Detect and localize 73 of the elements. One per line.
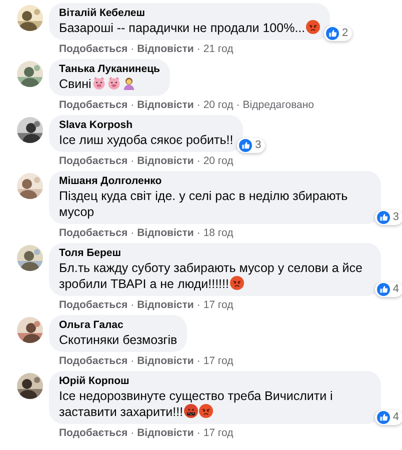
meta-text: 20 год <box>203 99 234 112</box>
action-link[interactable]: Відповісти <box>137 427 194 440</box>
pig-face-icon <box>107 76 122 90</box>
angry-face-icon <box>199 404 214 418</box>
reaction-badge[interactable]: 3 <box>374 210 402 225</box>
dot-separator: · <box>130 155 134 168</box>
action-link[interactable]: Подобається <box>59 155 128 168</box>
action-link[interactable]: Відповісти <box>137 299 194 312</box>
meta-text: 17 год <box>203 355 234 368</box>
dot-separator: · <box>130 227 134 240</box>
comment-text: Ісе лиш худоба сякоє робить!! <box>59 132 234 148</box>
like-icon <box>326 27 339 40</box>
cursing-face-icon <box>184 404 198 418</box>
action-link[interactable]: Відповісти <box>137 99 194 112</box>
meta-text: 17 год <box>203 299 234 312</box>
reaction-count: 4 <box>392 283 399 296</box>
reaction-badge[interactable]: 4 <box>374 282 402 297</box>
dot-separator: · <box>196 427 200 440</box>
action-link[interactable]: Подобається <box>59 99 128 112</box>
action-link[interactable]: Подобається <box>59 299 128 312</box>
author-name[interactable]: Юрій Корпош <box>59 375 371 388</box>
meta-text: 18 год <box>203 227 234 240</box>
reaction-badge[interactable]: 2 <box>324 26 352 41</box>
comment-text: Піздец куда світ іде. у селі рас в неділю збирають мусор <box>59 188 349 220</box>
author-name[interactable]: Віталій Кебелеш <box>59 7 320 20</box>
author-name[interactable]: Slava Korposh <box>59 119 234 132</box>
dot-separator: · <box>196 355 200 368</box>
dot-separator: · <box>130 355 134 368</box>
angry-face-icon <box>306 20 320 34</box>
action-link[interactable]: Відповісти <box>137 155 194 168</box>
action-link[interactable]: Подобається <box>59 355 128 368</box>
dot-separator: · <box>130 427 134 440</box>
reaction-count: 3 <box>392 211 399 224</box>
author-name[interactable]: Танька Луканинець <box>59 63 160 76</box>
action-link[interactable]: Відповісти <box>137 355 194 368</box>
person-icon <box>122 76 136 90</box>
dot-separator: · <box>196 43 200 56</box>
action-link[interactable]: Відповісти <box>137 43 194 56</box>
reaction-count: 4 <box>392 411 399 424</box>
like-icon <box>376 411 390 424</box>
like-icon <box>239 139 252 152</box>
dot-separator: · <box>130 99 134 112</box>
comment-text: Скотиняки безмозгів <box>59 332 178 348</box>
reaction-badge[interactable]: 4 <box>374 410 402 425</box>
author-name[interactable]: Мішаня Долголенко <box>59 175 371 188</box>
dot-separator: · <box>196 99 200 112</box>
reaction-badge[interactable]: 3 <box>237 138 266 153</box>
meta-text: 17 год <box>203 427 234 440</box>
dot-separator: · <box>196 299 200 312</box>
author-name[interactable]: Толя Береш <box>59 247 371 260</box>
like-icon <box>376 211 390 224</box>
comment-text: Базароші -- парадички не продали 100%... <box>59 20 320 36</box>
comment-text: Ісе недорозвинуте существо треба Вичислити і заставити захарити!!! <box>59 388 334 420</box>
angry-face-icon <box>230 276 244 290</box>
comment-text: Свині <box>59 76 160 92</box>
action-link[interactable]: Відповісти <box>137 227 194 240</box>
action-link[interactable]: Подобається <box>59 43 128 56</box>
dot-separator: · <box>130 299 134 312</box>
author-name[interactable]: Ольга Галас <box>59 319 178 332</box>
reaction-count: 2 <box>342 27 348 40</box>
meta-text: 20 год <box>203 155 234 168</box>
meta-text: Відредаговано <box>242 99 314 112</box>
reaction-count: 3 <box>255 139 262 152</box>
action-link[interactable]: Подобається <box>59 427 128 440</box>
like-icon <box>376 283 390 296</box>
action-link[interactable]: Подобається <box>59 227 128 240</box>
meta-text: 21 год <box>203 43 234 56</box>
dot-separator: · <box>196 227 200 240</box>
comment-text: Бл.ть кажду суботу забирають мусор у селови а йсе зробили ТВАРІ а не люди!!!!!! <box>59 260 364 292</box>
pig-face-icon <box>92 76 106 90</box>
dot-separator: · <box>236 99 240 112</box>
dot-separator: · <box>196 155 200 168</box>
dot-separator: · <box>130 43 134 56</box>
